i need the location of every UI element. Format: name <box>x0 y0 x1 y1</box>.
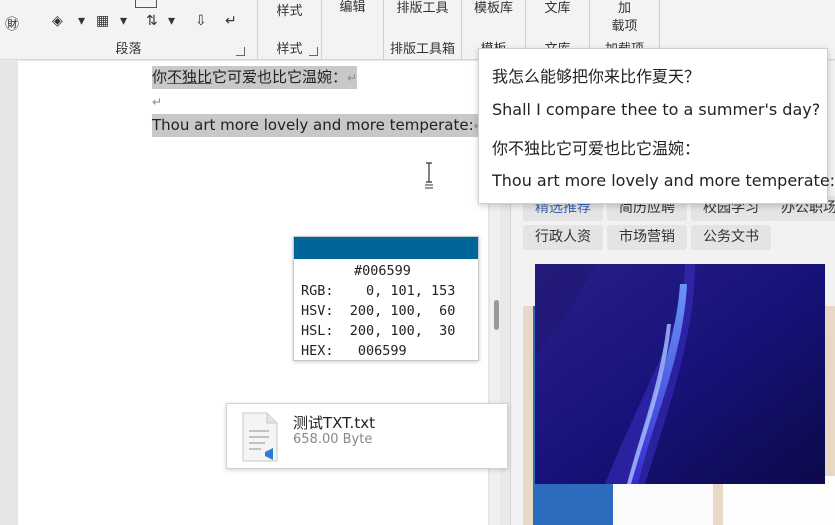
wallpaper-image <box>535 264 825 484</box>
file-card[interactable]: 测试TXT.txt 658.00 Byte <box>226 403 508 469</box>
text-cursor-icon <box>425 162 433 189</box>
library-button[interactable]: 文库 <box>526 0 589 16</box>
document-line-3[interactable]: Thou art more lovely and more temperate:… <box>152 114 484 137</box>
document-line-2[interactable]: ↵ <box>152 90 162 113</box>
document-line-1[interactable]: 你不独比它可爱也比它温婉：↵ <box>152 66 358 89</box>
popup-line: 你不独比它可爱也比它温婉： <box>492 139 701 158</box>
popup-line: Thou art more lovely and more temperate: <box>492 171 835 190</box>
color-hsl-row: HSL: 200, 100, 30 <box>301 323 456 339</box>
dialog-launcher-icon[interactable] <box>236 47 245 56</box>
layout-tools-button[interactable]: 排版工具 <box>384 0 461 16</box>
ribbon-group-label: 排版工具箱 <box>389 42 455 57</box>
text-run: 它可爱也比它温婉： <box>212 68 348 86</box>
scrollbar-thumb[interactable] <box>494 300 499 330</box>
tag-official-docs[interactable]: 公务文书 <box>691 225 771 250</box>
screen: ㊖ ◈ ▾ ▦ ▾ ⇅ ▾ ⇩ ↵ 段落 样式 样式 编辑 排版工具 排版工具箱… <box>0 0 835 525</box>
color-hsv-row: HSV: 200, 100, 60 <box>301 303 456 319</box>
tag-marketing[interactable]: 市场营销 <box>607 225 687 250</box>
template-library-button[interactable]: 模板库 <box>462 0 525 16</box>
text-popup: 我怎么能够把你来比作夏天？ Shall I compare thee to a … <box>478 48 835 204</box>
addins-button[interactable]: 加 载项 <box>590 0 659 36</box>
ribbon-group-label: 段落 <box>115 42 142 57</box>
color-swatch <box>294 237 478 259</box>
popup-line: Shall I compare thee to a summer's day? <box>492 100 821 119</box>
text-run-underlined: 不独比 <box>167 68 213 86</box>
text-run: Thou art more lovely and more temperate: <box>152 116 474 134</box>
color-hex-title: #006599 <box>354 263 411 279</box>
text-file-icon <box>242 412 278 462</box>
color-hex-row: HEX: 006599 <box>301 343 407 359</box>
paragraph-mark: ↵ <box>152 95 163 109</box>
file-size: 658.00 Byte <box>293 432 373 447</box>
paragraph-mark: ↵ <box>347 71 358 85</box>
editing-button[interactable]: 编辑 <box>322 0 383 15</box>
ribbon-group-styles: 样式 样式 <box>258 0 322 60</box>
text-run: 你 <box>152 68 168 86</box>
color-picker-card: #006599 RGB: 0, 101, 153 HSV: 200, 100, … <box>293 236 479 361</box>
file-name: 测试TXT.txt <box>293 414 375 432</box>
ribbon-group-paragraph: 段落 <box>0 0 258 60</box>
tag-admin-hr[interactable]: 行政人资 <box>523 225 603 250</box>
ribbon-group-layout-tools: 排版工具 排版工具箱 <box>384 0 462 60</box>
popup-line: 我怎么能够把你来比作夏天？ <box>492 67 701 86</box>
color-rgb-row: RGB: 0, 101, 153 <box>301 283 456 299</box>
styles-button[interactable]: 样式 <box>258 0 321 19</box>
ribbon-group-editing: 编辑 <box>322 0 384 60</box>
dialog-launcher-icon[interactable] <box>309 47 318 56</box>
